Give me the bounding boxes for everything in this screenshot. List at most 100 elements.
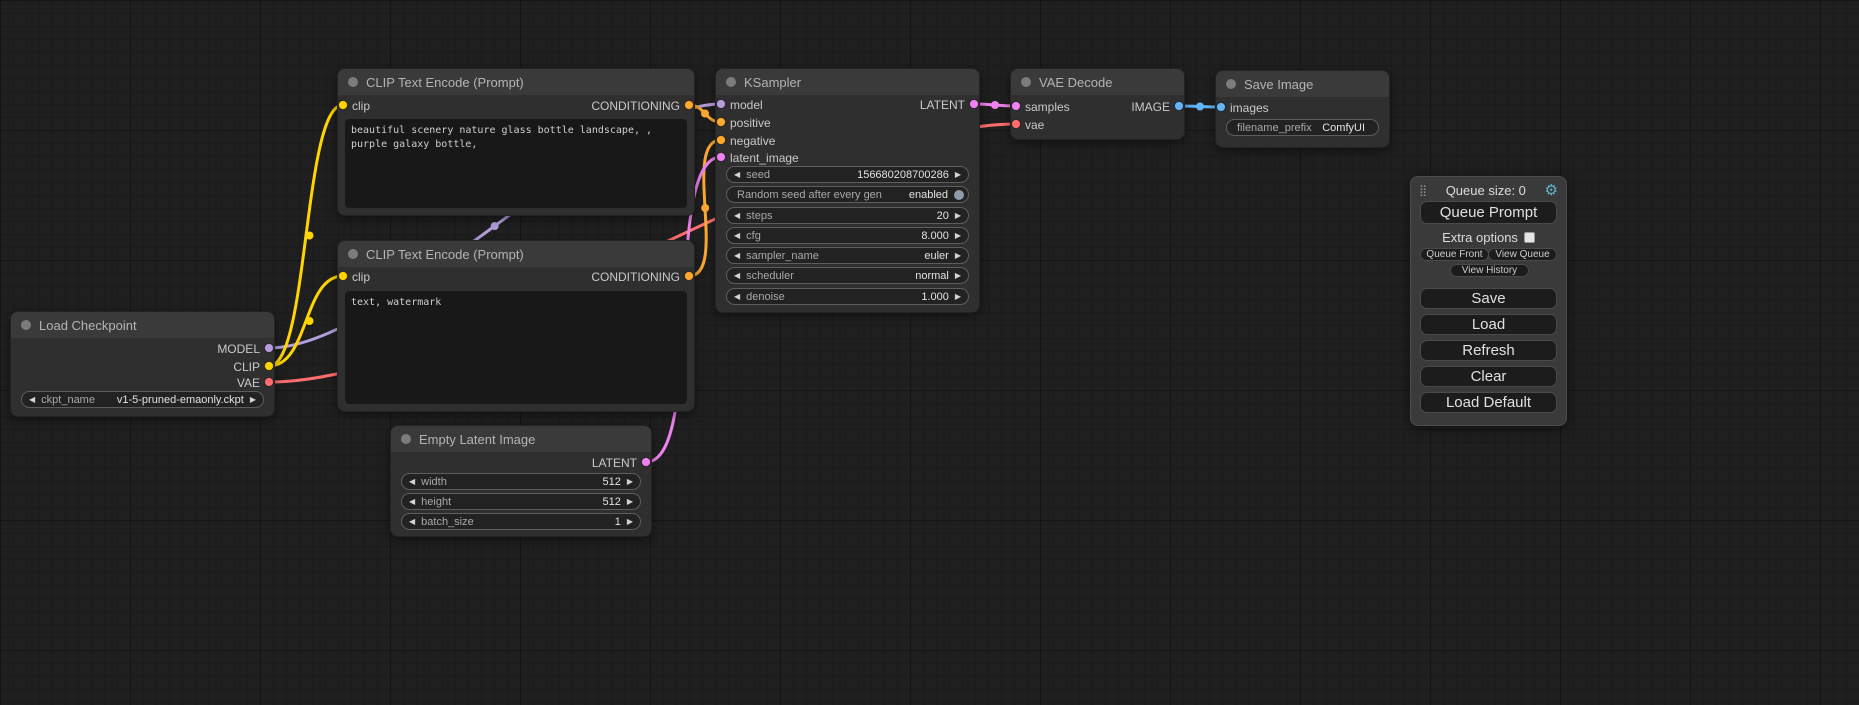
sampler-name-widget[interactable]: ◀ sampler_name euler ▶: [726, 247, 969, 264]
prev-arrow-icon[interactable]: ◀: [29, 391, 35, 408]
node-vae-decode[interactable]: VAE Decode samples IMAGE vae: [1010, 68, 1185, 140]
decrement-arrow-icon[interactable]: ◀: [734, 166, 740, 183]
increment-arrow-icon[interactable]: ▶: [955, 207, 961, 224]
view-queue-button[interactable]: View Queue: [1488, 248, 1557, 261]
node-header[interactable]: Save Image: [1216, 71, 1389, 97]
collapse-dot-icon[interactable]: [348, 77, 358, 87]
widget-value: 20: [937, 210, 949, 222]
queue-panel[interactable]: ⣿ Queue size: 0 ⚙ Queue Prompt Extra opt…: [1410, 176, 1567, 426]
node-header[interactable]: VAE Decode: [1011, 69, 1184, 95]
decrement-arrow-icon[interactable]: ◀: [734, 288, 740, 305]
node-empty-latent-image[interactable]: Empty Latent Image LATENT ◀ width 512 ▶ …: [390, 425, 652, 537]
scheduler-widget[interactable]: ◀ scheduler normal ▶: [726, 267, 969, 284]
link-midpoint-dot: [991, 101, 999, 109]
random-seed-toggle-icon[interactable]: [954, 190, 964, 200]
ckpt-name-widget[interactable]: ◀ ckpt_name v1-5-pruned-emaonly.ckpt ▶: [21, 391, 264, 408]
node-save-image[interactable]: Save Image images filename_prefix ComfyU…: [1215, 70, 1390, 148]
decrement-arrow-icon[interactable]: ◀: [409, 493, 415, 510]
slot-label: positive: [730, 116, 771, 130]
slot-dot-vae-output[interactable]: [265, 378, 274, 387]
next-arrow-icon[interactable]: ▶: [250, 391, 256, 408]
batch-size-widget[interactable]: ◀ batch_size 1 ▶: [401, 513, 641, 530]
steps-widget[interactable]: ◀ steps 20 ▶: [726, 207, 969, 224]
widget-label: seed: [746, 169, 770, 181]
widget-label: sampler_name: [746, 250, 819, 262]
slot-dot-image-output[interactable]: [1175, 102, 1184, 111]
next-arrow-icon[interactable]: ▶: [955, 247, 961, 264]
filename-prefix-widget[interactable]: filename_prefix ComfyUI: [1226, 119, 1379, 136]
slot-dot-clip-output[interactable]: [265, 362, 274, 371]
collapse-dot-icon[interactable]: [401, 434, 411, 444]
queue-prompt-button[interactable]: Queue Prompt: [1420, 201, 1557, 224]
slot-dot-conditioning-output-positive[interactable]: [685, 101, 694, 110]
node-header[interactable]: CLIP Text Encode (Prompt): [338, 69, 694, 95]
slot-dot-samples-input[interactable]: [1012, 102, 1021, 111]
refresh-button[interactable]: Refresh: [1420, 340, 1557, 361]
collapse-dot-icon[interactable]: [348, 249, 358, 259]
decrement-arrow-icon[interactable]: ◀: [734, 207, 740, 224]
slot-dot-latent-output-empty[interactable]: [642, 458, 651, 467]
prompt-textarea[interactable]: beautiful scenery nature glass bottle la…: [345, 119, 687, 208]
node-load-checkpoint[interactable]: Load Checkpoint MODEL CLIP VAE ◀ ckpt_na…: [10, 311, 275, 417]
slot-dot-vae-input[interactable]: [1012, 120, 1021, 129]
node-title: CLIP Text Encode (Prompt): [366, 247, 524, 262]
slot-label: latent_image: [730, 151, 799, 165]
drag-handle-icon[interactable]: ⣿: [1419, 184, 1427, 197]
save-button[interactable]: Save: [1420, 288, 1557, 309]
view-history-button[interactable]: View History: [1450, 264, 1529, 277]
node-header[interactable]: Load Checkpoint: [11, 312, 274, 338]
increment-arrow-icon[interactable]: ▶: [627, 473, 633, 490]
denoise-widget[interactable]: ◀ denoise 1.000 ▶: [726, 288, 969, 305]
slot-dot-conditioning-output-negative[interactable]: [685, 272, 694, 281]
slot-dot-images-input[interactable]: [1217, 103, 1226, 112]
node-header[interactable]: Empty Latent Image: [391, 426, 651, 452]
slot-dot-clip-input-positive[interactable]: [339, 101, 348, 110]
collapse-dot-icon[interactable]: [21, 320, 31, 330]
slot-dot-positive-input[interactable]: [717, 118, 726, 127]
slot-dot-latent-output-ksampler[interactable]: [970, 100, 979, 109]
comfyui-canvas[interactable]: { "icons": { "arrow_left": "◀", "arrow_r…: [0, 0, 1859, 705]
decrement-arrow-icon[interactable]: ◀: [409, 473, 415, 490]
prompt-textarea[interactable]: text, watermark: [345, 291, 687, 404]
extra-options-checkbox[interactable]: [1524, 232, 1535, 243]
node-clip-text-encode-negative[interactable]: CLIP Text Encode (Prompt) clip CONDITION…: [337, 240, 695, 412]
increment-arrow-icon[interactable]: ▶: [627, 513, 633, 530]
output-slot-latent: LATENT: [592, 456, 637, 470]
next-arrow-icon[interactable]: ▶: [955, 267, 961, 284]
slot-dot-negative-input[interactable]: [717, 136, 726, 145]
width-widget[interactable]: ◀ width 512 ▶: [401, 473, 641, 490]
node-header[interactable]: CLIP Text Encode (Prompt): [338, 241, 694, 267]
widget-value: 8.000: [921, 230, 949, 242]
slot-dot-model-input[interactable]: [717, 100, 726, 109]
random-seed-widget[interactable]: Random seed after every gen enabled: [726, 186, 969, 203]
queue-front-button[interactable]: Queue Front: [1420, 248, 1489, 261]
seed-widget[interactable]: ◀ seed 156680208700286 ▶: [726, 166, 969, 183]
clear-button[interactable]: Clear: [1420, 366, 1557, 387]
prev-arrow-icon[interactable]: ◀: [734, 267, 740, 284]
collapse-dot-icon[interactable]: [726, 77, 736, 87]
slot-dot-model-output[interactable]: [265, 344, 274, 353]
settings-gear-icon[interactable]: ⚙: [1545, 183, 1558, 198]
height-widget[interactable]: ◀ height 512 ▶: [401, 493, 641, 510]
collapse-dot-icon[interactable]: [1226, 79, 1236, 89]
load-button[interactable]: Load: [1420, 314, 1557, 335]
load-default-button[interactable]: Load Default: [1420, 392, 1557, 413]
collapse-dot-icon[interactable]: [1021, 77, 1031, 87]
increment-arrow-icon[interactable]: ▶: [955, 227, 961, 244]
increment-arrow-icon[interactable]: ▶: [955, 166, 961, 183]
slot-label: IMAGE: [1131, 100, 1170, 114]
extra-options-row: Extra options: [1411, 230, 1566, 244]
node-clip-text-encode-positive[interactable]: CLIP Text Encode (Prompt) clip CONDITION…: [337, 68, 695, 216]
input-slot-images: images: [1230, 101, 1269, 115]
slot-dot-clip-input-negative[interactable]: [339, 272, 348, 281]
cfg-widget[interactable]: ◀ cfg 8.000 ▶: [726, 227, 969, 244]
increment-arrow-icon[interactable]: ▶: [955, 288, 961, 305]
node-ksampler[interactable]: KSampler model LATENT positive negative …: [715, 68, 980, 313]
widget-label: width: [421, 476, 447, 488]
decrement-arrow-icon[interactable]: ◀: [734, 227, 740, 244]
prev-arrow-icon[interactable]: ◀: [734, 247, 740, 264]
increment-arrow-icon[interactable]: ▶: [627, 493, 633, 510]
slot-dot-latent-image-input[interactable]: [717, 153, 726, 162]
decrement-arrow-icon[interactable]: ◀: [409, 513, 415, 530]
node-header[interactable]: KSampler: [716, 69, 979, 95]
